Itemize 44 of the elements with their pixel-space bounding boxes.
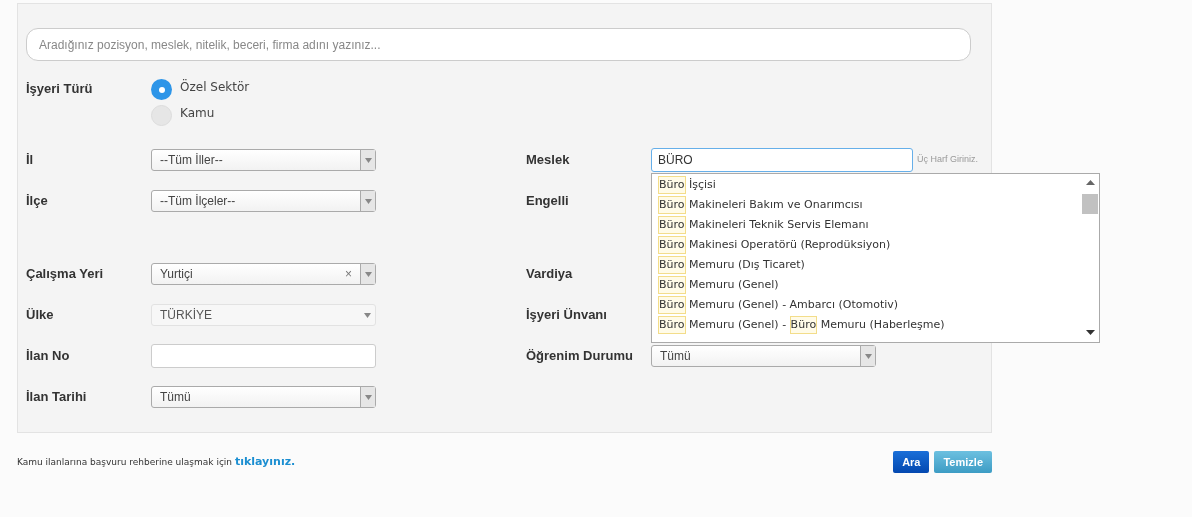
field-label: İşyeri Türü — [26, 80, 94, 98]
caret-icon — [364, 312, 371, 318]
suggestion-item[interactable]: Büro Memuru (Genel) - Ambarcı (Otomotiv) — [652, 295, 1081, 315]
radio-button[interactable] — [151, 79, 172, 100]
radio-label: Özel Sektör — [180, 78, 250, 96]
caret-icon — [364, 157, 372, 163]
field-label: İl — [26, 151, 35, 170]
select-field[interactable]: Yurtiçi × — [151, 263, 376, 285]
select-field[interactable]: Tümü — [651, 345, 876, 367]
scroll-down-icon[interactable] — [1085, 330, 1095, 335]
suggestion-item[interactable]: Büro Memuru (Genel) - Büro Memuru (Haberleşme) — [652, 315, 1081, 335]
field-label: İşyeri Ünvanı — [526, 306, 608, 325]
suggestion-item[interactable]: Büro Makineleri Teknik Servis Elemanı — [652, 215, 1081, 235]
suggestion-item[interactable]: Büro Memuru (Genel) — [652, 275, 1081, 295]
field-label: Engelli — [526, 192, 570, 211]
field-label: Çalışma Yeri — [26, 265, 105, 284]
occupation-input[interactable]: BÜRO — [651, 148, 913, 172]
field-label: Öğrenim Durumu — [526, 347, 634, 366]
scroll-up-icon[interactable] — [1085, 180, 1095, 185]
select-field[interactable]: --Tüm İlçeler-- — [151, 190, 376, 212]
caret-icon — [864, 353, 872, 359]
field-label: İlçe — [26, 192, 49, 211]
caret-icon — [364, 271, 372, 277]
suggestion-item[interactable]: Büro Memuru (Dış Ticaret) — [652, 255, 1081, 275]
suggestion-item[interactable]: Büro Makinesi Operatörü (Reprodüksiyon) — [652, 235, 1081, 255]
field-label: Vardiya — [526, 265, 574, 284]
select-field[interactable]: Tümü — [151, 386, 376, 408]
field-label: İlan Tarihi — [26, 388, 88, 407]
caret-icon — [364, 394, 372, 400]
footer-text: Kamu ilanlarına başvuru rehberine ulaşmak için tıklayınız. — [17, 453, 296, 470]
suggestion-item[interactable]: Büro Makineleri Bakım ve Onarımcısı — [652, 195, 1081, 215]
field-label: Ülke — [26, 306, 55, 325]
hint-text: Üç Harf Giriniz. — [917, 153, 978, 167]
caret-icon — [364, 198, 372, 204]
radio-label: Kamu — [180, 104, 215, 122]
field-label: Meslek — [526, 151, 571, 170]
input-field[interactable] — [151, 344, 376, 368]
suggestion-item[interactable]: Büro İşçisi — [652, 175, 1081, 195]
search-button[interactable]: Ara — [893, 451, 930, 473]
search-field[interactable]: Aradığınız pozisyon, meslek, nitelik, beceri, firma adını yazınız... — [26, 28, 971, 61]
field-label: İlan No — [26, 347, 71, 366]
select-field[interactable]: --Tüm İller-- — [151, 149, 376, 171]
scrollbar-thumb[interactable] — [1082, 194, 1098, 214]
clear-icon[interactable]: × — [345, 268, 352, 280]
